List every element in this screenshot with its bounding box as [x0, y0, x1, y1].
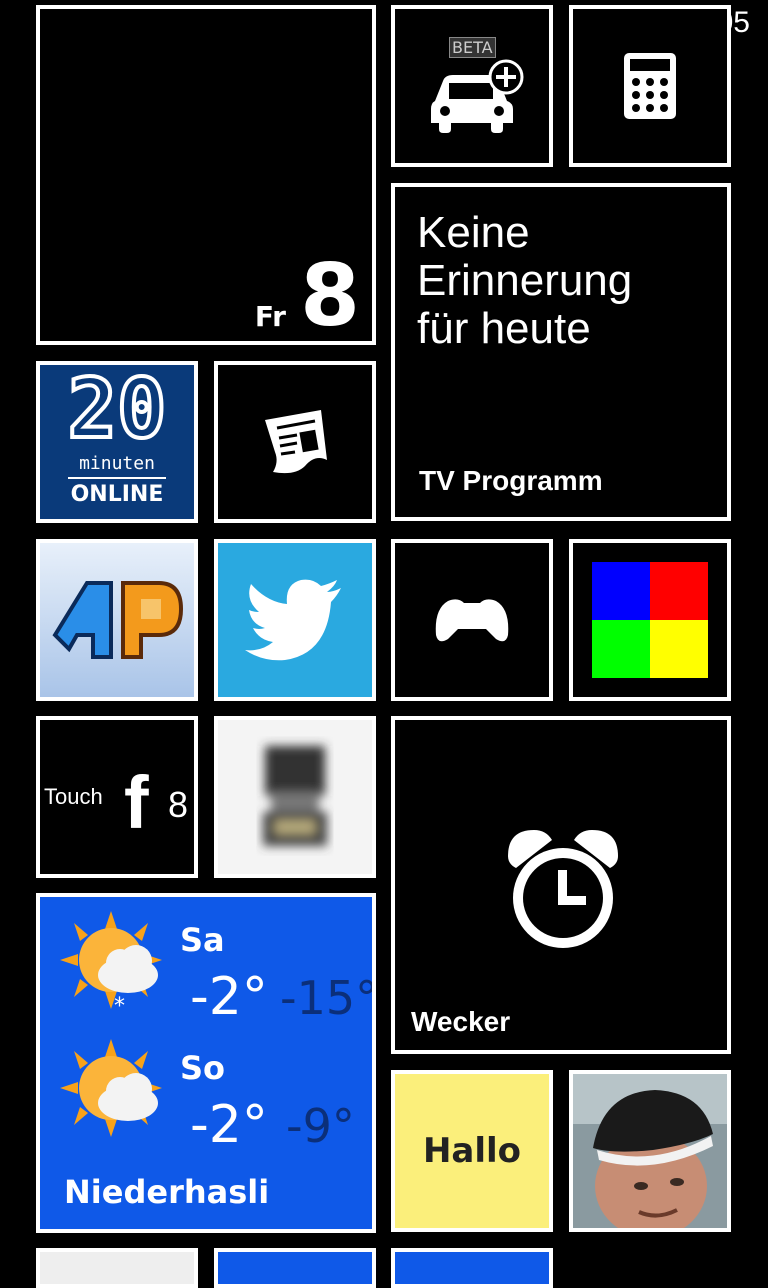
weather-tile[interactable]: * Sa -2° -15° So -2° -9° Niederhasli — [36, 893, 376, 1233]
person-photo-icon — [573, 1074, 727, 1228]
svg-text:*: * — [114, 994, 125, 1019]
logo-word: minuten — [79, 453, 155, 474]
weather-day-2-low: -9° — [286, 1099, 355, 1153]
tv-programm-label: TV Programm — [419, 465, 603, 496]
partial-tile-1[interactable] — [36, 1248, 198, 1288]
alarm-clock-icon — [508, 830, 618, 948]
weather-day-2-name: So — [180, 1049, 226, 1087]
facebook-f-icon: f — [124, 761, 149, 844]
logo-subword: ONLINE — [70, 482, 164, 507]
reminder-text: Keine Erinnerung für heute — [417, 209, 632, 353]
ap-logo-icon — [52, 581, 184, 659]
car-app-tile[interactable]: BETA — [391, 5, 553, 167]
sun-cloud-snow-icon: * — [60, 911, 162, 1019]
touch-text: Touch — [44, 784, 103, 809]
photo-tile[interactable] — [569, 1070, 731, 1232]
news-reader-tile[interactable] — [214, 361, 376, 523]
gamepad-icon — [435, 599, 509, 642]
ap-app-tile[interactable] — [36, 539, 198, 701]
twitter-bird-icon — [245, 579, 341, 661]
games-tile[interactable] — [391, 539, 553, 701]
blurred-image-icon — [263, 746, 327, 846]
newspaper-icon — [265, 410, 327, 474]
twitter-tile[interactable] — [214, 539, 376, 701]
weather-day-1: * Sa -2° -15° — [40, 909, 372, 1029]
weather-day-1-high: -2° — [190, 967, 268, 1027]
weather-day-1-name: Sa — [180, 921, 225, 959]
reminder-line-3: für heute — [417, 304, 591, 353]
calendar-tile[interactable]: Fr 8 — [36, 5, 376, 345]
reminder-line-1: Keine — [417, 208, 530, 257]
weather-day-2: So -2° -9° — [40, 1037, 372, 1157]
car-plus-icon — [431, 59, 524, 133]
calendar-day: Fr — [254, 300, 286, 333]
weather-day-2-high: -2° — [190, 1095, 268, 1155]
20-minuten-logo: 20 minuten ONLINE — [40, 365, 194, 519]
weather-city: Niederhasli — [64, 1173, 270, 1211]
wecker-label: Wecker — [411, 1006, 511, 1037]
calculator-tile[interactable] — [569, 5, 731, 167]
calculator-icon — [624, 53, 676, 119]
logo-number: 20 — [66, 362, 169, 457]
wecker-tile[interactable]: Wecker — [391, 716, 731, 1054]
note-tile[interactable]: Hallo — [391, 1070, 553, 1232]
blurred-app-tile[interactable] — [214, 716, 376, 878]
calendar-date: 8 — [300, 246, 360, 345]
20-minuten-tile[interactable]: 20 minuten ONLINE — [36, 361, 198, 523]
tv-programm-tile[interactable]: Keine Erinnerung für heute TV Programm — [391, 183, 731, 521]
touch-version: 8 — [168, 784, 189, 825]
weather-day-1-low: -15° — [280, 971, 376, 1025]
reminder-line-2: Erinnerung — [417, 256, 633, 305]
note-text: Hallo — [422, 1131, 522, 1171]
partial-tile-3[interactable] — [391, 1248, 553, 1288]
sun-cloud-icon — [60, 1039, 162, 1137]
color-app-tile[interactable] — [569, 539, 731, 701]
color-grid-icon — [592, 562, 708, 678]
touch-facebook-tile[interactable]: Touch f 8 — [36, 716, 198, 878]
partial-tile-2[interactable] — [214, 1248, 376, 1288]
